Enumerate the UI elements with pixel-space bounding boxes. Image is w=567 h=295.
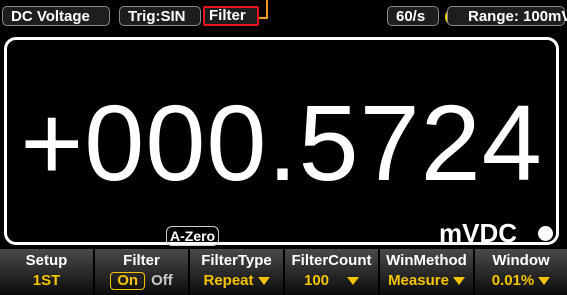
softkey-filtertype-label: FilterType [201,252,272,269]
trigger-indicator: Trig:SIN [119,6,201,26]
unit-label: mVDC [439,218,518,248]
filtercount-value-text: 100 [303,272,330,289]
softkey-filtertype-value: Repeat [190,272,283,290]
softkey-setup-value: 1ST [32,272,61,289]
winmethod-value-text: Measure [388,272,449,289]
softkey-filtercount-label: FilterCount [291,252,372,269]
softkey-setup-label: Setup [25,252,68,269]
dropdown-arrow-icon [257,277,270,286]
softkey-filtertype[interactable]: FilterType Repeat [190,249,285,295]
dropdown-arrow-icon [347,277,360,286]
softkey-window-value: 0.01% [475,272,567,290]
measurement-panel: +000.5724 A-Zero mVDC [4,37,559,248]
softkey-winmethod-value: Measure [380,272,473,290]
softkey-filtercount[interactable]: FilterCount 100 [285,249,380,295]
filter-indicator: Filter [203,6,259,26]
rate-indicator: 60/s [387,6,439,26]
dropdown-arrow-icon [538,277,551,286]
softkey-setup[interactable]: Setup 1ST [0,249,95,295]
callout-line-vertical [266,0,268,19]
range-indicator: Range: 100mV [447,6,567,26]
azero-indicator: A-Zero [166,226,220,246]
dropdown-arrow-icon [452,277,465,286]
softkey-winmethod[interactable]: WinMethod Measure [380,249,475,295]
filtertype-value-text: Repeat [203,272,254,289]
softkey-filter-value: On Off [95,272,188,290]
softkey-window[interactable]: Window 0.01% [475,249,567,295]
window-value-text: 0.01% [491,272,535,289]
main-reading: +000.5724 [20,82,543,203]
softkey-filter-label: Filter [123,252,160,269]
softkey-filter[interactable]: Filter On Off [95,249,190,295]
softkey-winmethod-label: WinMethod [386,252,467,269]
function-indicator: DC Voltage [2,6,110,26]
softkey-window-label: Window [492,252,550,269]
filter-on-option[interactable]: On [110,272,146,290]
status-dot-icon [538,226,553,241]
softkey-bar: Setup 1ST Filter On Off FilterType Repeat… [0,249,567,295]
status-bar: DC Voltage Trig:SIN Filter 60/s M Range:… [0,0,567,34]
softkey-filtercount-value: 100 [285,272,378,290]
filter-off-option[interactable]: Off [151,272,173,289]
